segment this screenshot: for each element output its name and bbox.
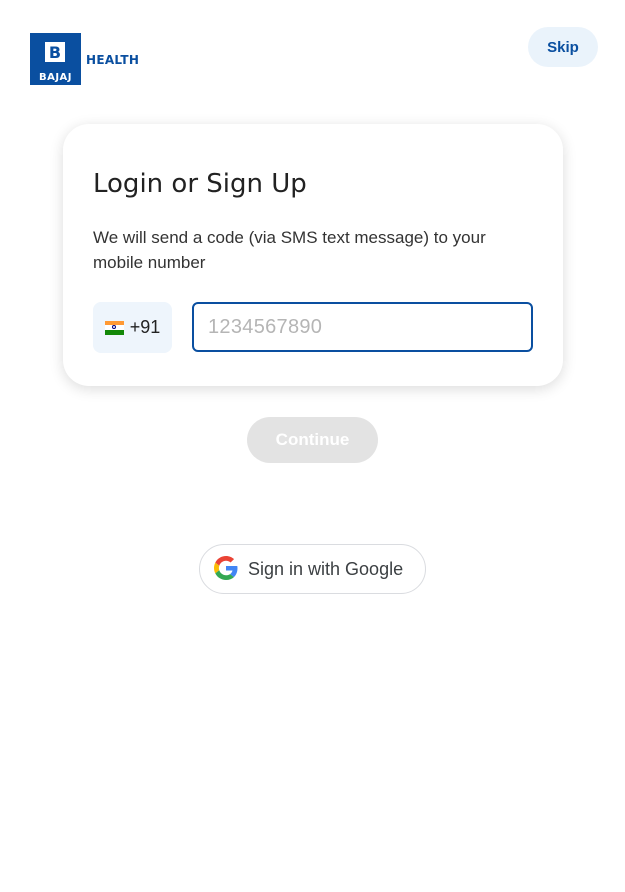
logo-text: BAJAJ bbox=[38, 72, 73, 83]
page-title: Login or Sign Up bbox=[93, 169, 307, 199]
logo-subtitle: HEALTH bbox=[86, 53, 140, 67]
google-signin-button[interactable]: Sign in with Google bbox=[199, 544, 426, 594]
google-g-icon bbox=[214, 555, 238, 583]
login-description: We will send a code (via SMS text messag… bbox=[93, 228, 486, 272]
bajaj-logo-mark: B BAJAJ bbox=[30, 33, 81, 85]
logo-letter: B bbox=[45, 42, 65, 62]
login-card: Login or Sign Up We will send a code (vi… bbox=[63, 124, 563, 386]
bajaj-health-logo: B BAJAJ HEALTH bbox=[30, 33, 139, 85]
india-flag-icon bbox=[104, 320, 124, 335]
continue-button[interactable]: Continue bbox=[247, 417, 378, 463]
country-code-selector[interactable]: +91 bbox=[93, 302, 172, 353]
country-code: +91 bbox=[129, 317, 161, 337]
skip-button[interactable]: Skip bbox=[528, 27, 598, 67]
google-signin-label: Sign in with Google bbox=[248, 558, 404, 579]
phone-number-input[interactable] bbox=[192, 302, 533, 352]
